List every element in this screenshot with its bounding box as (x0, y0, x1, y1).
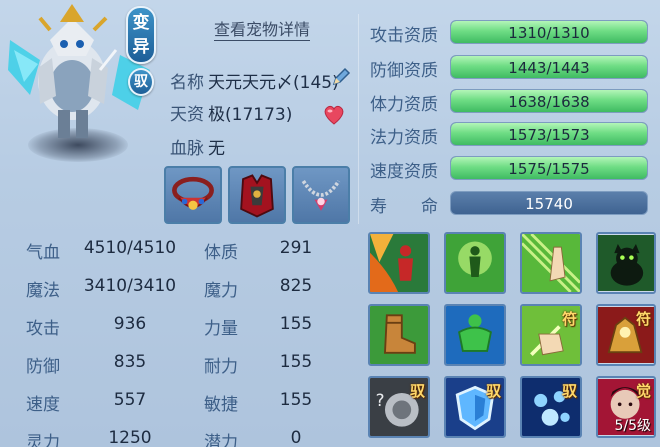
skill-slot-8[interactable]: 符 (596, 304, 656, 366)
stat-value: 835 (113, 352, 147, 372)
skill-tag: 觉 (635, 382, 651, 400)
green-figure-icon (446, 234, 504, 292)
aptitude-bar-attack: 1310/1310 (450, 20, 648, 44)
aptitude-value: 1638/1638 (508, 93, 590, 111)
armor-icon (240, 174, 274, 218)
skill-slot-7[interactable]: 符 (520, 304, 582, 366)
aptitude-value: 1443/1443 (508, 59, 590, 77)
stat-value-2: 0 (290, 428, 302, 447)
green-muscle-icon (446, 306, 504, 364)
skill-slot-5[interactable] (368, 304, 430, 366)
stat-row-hp: 气血 4510/4510 体质 291 (26, 238, 356, 263)
skill-level: 5/5级 (614, 418, 651, 434)
stat-value: 1250 (108, 428, 152, 447)
equip-slot-pendant[interactable] (292, 166, 350, 224)
stat-label: 攻击 (26, 319, 60, 339)
skill-slot-11[interactable]: 驭 (520, 376, 582, 438)
pencil-icon[interactable] (330, 66, 352, 88)
skill-slot-9[interactable]: ? 驭 (368, 376, 430, 438)
pet-bloodline-value: 无 (208, 139, 225, 159)
equip-slot-collar[interactable] (164, 166, 222, 224)
stat-row-speed: 速度 557 敏捷 155 (26, 390, 356, 415)
stat-row-defense: 防御 835 耐力 155 (26, 352, 356, 377)
pet-aptitude-label: 天资 (170, 105, 204, 125)
pet-name-value: 天元天元〆(145) (208, 73, 339, 93)
pet-bloodline-label: 血脉 (170, 139, 204, 159)
stat-label-2: 力量 (204, 319, 238, 339)
aptitude-bar-stamina: 1638/1638 (450, 89, 648, 113)
aptitude-label-defense: 防御资质 (370, 61, 438, 81)
fire-figure-icon (370, 234, 428, 292)
aptitude-label-stamina: 体力资质 (370, 95, 438, 115)
aptitude-value: 1310/1310 (508, 24, 590, 42)
svg-text:?: ? (376, 390, 385, 410)
skill-slot-1[interactable] (368, 232, 430, 294)
stat-label-2: 潜力 (204, 433, 238, 447)
stat-value: 557 (113, 390, 147, 410)
skill-slot-4[interactable] (596, 232, 656, 294)
black-cat-icon (598, 235, 654, 291)
skill-tag: 驭 (485, 382, 501, 400)
collar-icon (172, 176, 214, 210)
stat-label-2: 敏捷 (204, 395, 238, 415)
aptitude-bar-speed: 1575/1575 (450, 156, 648, 180)
pet-name-label: 名称 (170, 73, 204, 93)
panel-divider (358, 14, 359, 224)
tame-badge: 驭 (128, 68, 154, 96)
pet-bloodline-row: 血脉 无 (170, 134, 225, 159)
stat-label-2: 耐力 (204, 357, 238, 377)
stat-value-2: 155 (279, 352, 313, 372)
aptitude-value: 1575/1575 (508, 160, 590, 178)
skill-slot-3[interactable] (520, 232, 582, 294)
stat-label: 速度 (26, 395, 60, 415)
aptitude-bar-magic: 1573/1573 (450, 122, 648, 146)
stat-row-mp: 魔法 3410/3410 魔力 825 (26, 276, 356, 301)
light-hand-icon (522, 234, 580, 292)
heart-icon[interactable] (322, 104, 346, 126)
stat-value: 4510/4510 (83, 238, 177, 258)
life-bar: 15740 (450, 191, 648, 215)
stat-value-2: 825 (279, 276, 313, 296)
stat-value: 936 (113, 314, 147, 334)
stat-label: 防御 (26, 357, 60, 377)
life-label: 寿 命 (370, 197, 438, 217)
stat-label-2: 魔力 (204, 281, 238, 301)
equip-slot-armor[interactable] (228, 166, 286, 224)
aptitude-label-magic: 法力资质 (370, 128, 438, 148)
stat-value-2: 291 (279, 238, 313, 258)
stat-row-attack: 攻击 936 力量 155 (26, 314, 356, 339)
stat-row-spirit: 灵力 1250 潜力 0 (26, 428, 356, 447)
stat-value: 3410/3410 (83, 276, 177, 296)
pet-name-row: 名称 天元天元〆(145) (170, 68, 339, 93)
stat-value-2: 155 (279, 390, 313, 410)
stat-label-2: 体质 (204, 243, 238, 263)
skill-slot-10[interactable]: 驭 (444, 376, 506, 438)
skill-slot-2[interactable] (444, 232, 506, 294)
aptitude-bar-defense: 1443/1443 (450, 55, 648, 79)
stat-label: 气血 (26, 243, 60, 263)
life-value: 15740 (525, 195, 573, 213)
boot-icon (370, 306, 428, 364)
stat-label: 魔法 (26, 281, 60, 301)
pet-aptitude-value: 极(17173) (208, 105, 293, 125)
stat-label: 灵力 (26, 433, 60, 447)
pet-aptitude-row: 天资 极(17173) (170, 100, 292, 125)
variant-badge: 变异 (126, 6, 156, 64)
skill-tag: 驭 (409, 382, 425, 400)
skill-tag: 驭 (561, 382, 577, 400)
stat-value-2: 155 (279, 314, 313, 334)
aptitude-label-speed: 速度资质 (370, 162, 438, 182)
aptitude-value: 1573/1573 (508, 126, 590, 144)
skill-slot-12[interactable]: 觉 5/5级 (596, 376, 656, 438)
skill-tag: 符 (635, 310, 651, 328)
skill-tag: 符 (561, 310, 577, 328)
pendant-icon (301, 179, 341, 211)
view-pet-details-link[interactable]: 查看宠物详情 (214, 20, 311, 41)
aptitude-label-attack: 攻击资质 (370, 26, 438, 46)
skill-slot-6[interactable] (444, 304, 506, 366)
